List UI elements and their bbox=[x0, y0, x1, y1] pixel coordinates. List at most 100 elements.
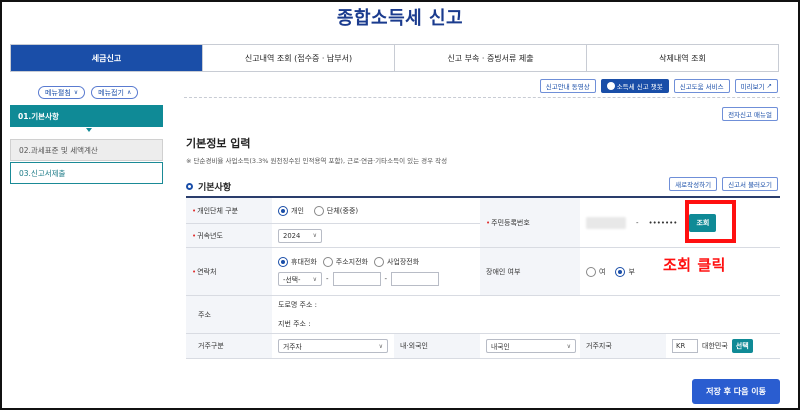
menu-collapse-label: 메뉴접기 bbox=[98, 88, 124, 97]
address-label: 주소 bbox=[186, 296, 272, 334]
radio-home-phone[interactable]: 주소지전화 bbox=[322, 257, 368, 267]
save-next-button[interactable]: 저장 후 다음 이동 bbox=[692, 379, 780, 404]
resident-no-field: - ••••••• 조회 bbox=[580, 198, 780, 248]
phone-inputs: -선택- ∨ - - bbox=[278, 272, 440, 286]
chatbot-label: 소득세 신고 챗봇 bbox=[616, 83, 663, 91]
tab-tax-filing[interactable]: 세금신고 bbox=[11, 45, 202, 71]
tab-attachments[interactable]: 신고 부속 · 증빙서류 제출 bbox=[394, 45, 586, 71]
menu-expand-button[interactable]: 메뉴펼침 ∨ bbox=[38, 86, 86, 99]
country-field: KR 대한민국 선택 bbox=[666, 334, 780, 359]
radio-work-phone[interactable]: 사업장전화 bbox=[373, 257, 420, 267]
menu-controls: 메뉴펼침 ∨ 메뉴접기 ∧ bbox=[38, 86, 139, 99]
phone-middle-input[interactable] bbox=[332, 272, 381, 286]
phone-prefix-value: -선택- bbox=[283, 276, 301, 284]
subsection-title: 기본사항 bbox=[186, 180, 231, 193]
person-type-label: • 개인단체 구분 bbox=[186, 198, 272, 224]
chevron-down-icon: ∨ bbox=[312, 275, 317, 283]
radio-disability-no-label: 부 bbox=[628, 267, 635, 276]
radio-group-label: 단체(중중) bbox=[326, 206, 359, 215]
phone-prefix-select[interactable]: -선택- ∨ bbox=[278, 272, 322, 286]
contact-field: 휴대전화 주소지전화 사업장전화 -선택- ∨ - - bbox=[272, 248, 480, 296]
section-note: ※ 단순경비율 사업소득(3.3% 원천징수된 인적용역 포함), 근로·연금·… bbox=[186, 157, 448, 165]
road-address: 도로명 주소 : bbox=[278, 301, 318, 309]
nationality-label-text: 내·외국인 bbox=[400, 342, 428, 350]
radio-disability-yes[interactable]: 여 bbox=[586, 266, 606, 277]
resident-no-label: • 주민등록번호 bbox=[480, 198, 580, 248]
contact-label: • 연락처 bbox=[186, 248, 272, 296]
nationality-field: 내국인 ∨ bbox=[480, 334, 580, 359]
preview-button[interactable]: 미리보기 ↗ bbox=[734, 79, 778, 93]
year-select[interactable]: 2024 ∨ bbox=[278, 228, 322, 243]
subsection-title-text: 기본사항 bbox=[198, 183, 232, 193]
radio-group[interactable]: 단체(중중) bbox=[313, 205, 359, 216]
year-field: 2024 ∨ bbox=[272, 224, 480, 248]
contact-type-radios: 휴대전화 주소지전화 사업장전화 bbox=[278, 257, 425, 267]
guide-video-button[interactable]: 신고안내 동영상 bbox=[539, 79, 596, 93]
annotation-highlight-box bbox=[685, 200, 736, 243]
radio-checked-icon bbox=[278, 205, 288, 216]
radio-unchecked-icon bbox=[313, 205, 324, 216]
tab-filing-history[interactable]: 신고내역 조회 (접수증 · 납부서) bbox=[202, 45, 394, 71]
radio-disability-no[interactable]: 부 bbox=[615, 266, 635, 277]
sidebar-item-submit[interactable]: 03.신고서제출 bbox=[10, 162, 163, 184]
residence-field: 거주자 ∨ bbox=[272, 334, 394, 359]
radio-unchecked-icon bbox=[586, 266, 596, 277]
country-label-text: 거주지국 bbox=[586, 342, 612, 350]
chevron-down-icon: ∨ bbox=[73, 89, 79, 96]
radio-individual[interactable]: 개인 bbox=[278, 205, 304, 216]
radio-unchecked-icon bbox=[322, 257, 333, 267]
residence-value: 거주자 bbox=[283, 343, 302, 351]
e-filing-manual-button[interactable]: 전자신고 매뉴얼 bbox=[722, 107, 778, 121]
lot-address: 지번 주소 : bbox=[278, 320, 311, 328]
address-label-text: 주소 bbox=[198, 310, 211, 319]
menu-collapse-button[interactable]: 메뉴접기 ∧ bbox=[91, 86, 139, 99]
phone-dash-1: - bbox=[326, 275, 329, 283]
nationality-select[interactable]: 내국인 ∨ bbox=[486, 339, 576, 353]
radio-unchecked-icon bbox=[373, 257, 384, 267]
country-code-input[interactable]: KR bbox=[672, 339, 698, 353]
phone-last-input[interactable] bbox=[391, 272, 440, 286]
resident-back-input[interactable]: ••••••• bbox=[649, 219, 678, 227]
country-label: 거주지국 bbox=[580, 334, 666, 359]
bullet-circle-icon bbox=[186, 183, 193, 190]
manual-wrap: 전자신고 매뉴얼 bbox=[722, 107, 778, 121]
disability-label: 장애인 여부 bbox=[480, 248, 580, 296]
required-mark: • bbox=[192, 267, 197, 276]
country-select-button[interactable]: 선택 bbox=[731, 339, 753, 353]
sidebar-item-basic-info[interactable]: 01.기본사항 bbox=[10, 105, 163, 127]
person-type-label-text: 개인단체 구분 bbox=[197, 206, 239, 215]
sidebar-arrow-icon bbox=[86, 128, 92, 132]
resident-front-input[interactable] bbox=[586, 216, 626, 229]
chevron-up-icon: ∧ bbox=[126, 89, 132, 96]
page-title: 종합소득세 신고 bbox=[336, 8, 464, 29]
radio-checked-icon bbox=[615, 266, 626, 277]
menu-expand-label: 메뉴펼침 bbox=[45, 88, 71, 97]
main-tabs: 세금신고 신고내역 조회 (접수증 · 납부서) 신고 부속 · 증빙서류 제출… bbox=[10, 44, 779, 72]
chevron-down-icon: ∨ bbox=[378, 342, 383, 350]
section-title: 기본정보 입력 bbox=[186, 137, 251, 150]
required-mark: • bbox=[192, 231, 197, 240]
load-return-button[interactable]: 신고서 불러오기 bbox=[722, 177, 778, 191]
nationality-label: 내·외국인 bbox=[394, 334, 480, 359]
new-write-button[interactable]: 새로작성하기 bbox=[669, 177, 718, 191]
residence-select[interactable]: 거주자 ∨ bbox=[278, 339, 388, 353]
tab-deleted-history[interactable]: 삭제내역 조회 bbox=[586, 45, 778, 71]
chatbot-button[interactable]: 소득세 신고 챗봇 bbox=[600, 79, 669, 93]
filing-assist-button[interactable]: 신고도움 서비스 bbox=[673, 79, 730, 93]
radio-mobile-label: 휴대전화 bbox=[291, 258, 317, 266]
address-field: 도로명 주소 : 지번 주소 : bbox=[272, 296, 780, 334]
radio-checked-icon bbox=[278, 257, 288, 267]
person-type-field: 개인 단체(중중) bbox=[272, 198, 480, 224]
residence-label-text: 거주구분 bbox=[198, 342, 224, 350]
disability-label-text: 장애인 여부 bbox=[486, 267, 521, 276]
top-toolbar: 신고안내 동영상 소득세 신고 챗봇 신고도움 서비스 미리보기 ↗ bbox=[539, 79, 778, 93]
sidebar-item-tax-calc[interactable]: 02.과세표준 및 세액계산 bbox=[10, 139, 163, 161]
subsection-buttons: 새로작성하기 신고서 불러오기 bbox=[669, 177, 778, 191]
year-value: 2024 bbox=[283, 231, 301, 240]
required-mark: • bbox=[486, 218, 491, 227]
external-link-icon: ↗ bbox=[766, 82, 772, 90]
radio-disability-yes-label: 여 bbox=[599, 267, 606, 276]
resident-dash: - bbox=[636, 218, 639, 227]
radio-mobile[interactable]: 휴대전화 bbox=[278, 257, 317, 267]
radio-work-phone-label: 사업장전화 bbox=[386, 258, 420, 266]
